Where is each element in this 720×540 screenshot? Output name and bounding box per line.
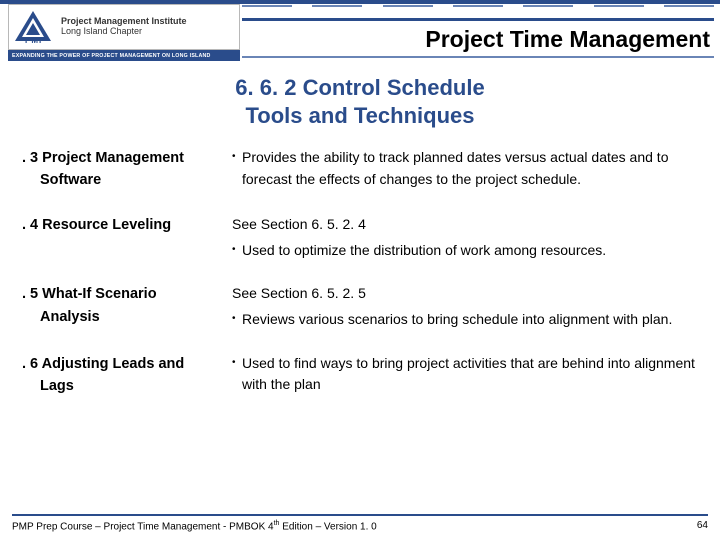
tool-row: . 4 Resource Leveling See Section 6. 5. … — [22, 214, 696, 261]
pmi-logo: PMI Project Management Institute Long Is… — [8, 4, 240, 50]
tool-row: . 5 What-If Scenario Analysis See Sectio… — [22, 283, 696, 330]
tool-label: . 4 Resource Leveling — [22, 214, 232, 261]
footer-text-a: PMP Prep Course – Project Time Managemen… — [12, 521, 274, 532]
tool-desc: See Section 6. 5. 2. 5 • Reviews various… — [232, 283, 696, 330]
tool-label-l2: Software — [22, 169, 232, 191]
tool-desc: • Provides the ability to track planned … — [232, 147, 696, 192]
tool-label: . 6 Adjusting Leads and Lags — [22, 353, 232, 398]
tool-label-l2: Lags — [22, 375, 232, 397]
bullet-dot-icon: • — [232, 240, 242, 262]
bullet-item: • Used to optimize the distribution of w… — [232, 240, 696, 262]
tool-label-l1: Resource Leveling — [42, 217, 171, 233]
tool-label-l1: What-If Scenario — [42, 286, 156, 302]
section-heading-line2: Tools and Techniques — [0, 102, 720, 130]
bullet-text: Used to optimize the distribution of wor… — [242, 240, 696, 262]
header-sub-rule — [242, 56, 714, 58]
tool-label-l1: Adjusting Leads and — [42, 356, 185, 372]
bullet-text: Reviews various scenarios to bring sched… — [242, 309, 696, 331]
tool-desc: • Used to find ways to bring project act… — [232, 353, 696, 398]
bullet-item: • Used to find ways to bring project act… — [232, 353, 696, 396]
bullet-dot-icon: • — [232, 147, 242, 190]
bullet-dot-icon: • — [232, 309, 242, 331]
header-rule — [242, 18, 714, 21]
content-area: . 3 Project Management Software • Provid… — [0, 147, 720, 398]
pmi-logo-icon: PMI — [13, 7, 53, 47]
footer-left: PMP Prep Course – Project Time Managemen… — [12, 520, 377, 532]
tool-label-l2: Analysis — [22, 306, 232, 328]
tool-desc: See Section 6. 5. 2. 4 • Used to optimiz… — [232, 214, 696, 261]
page-number: 64 — [697, 520, 708, 532]
footer-text-b: Edition – Version 1. 0 — [279, 521, 376, 532]
org-name-line2: Long Island Chapter — [61, 27, 187, 37]
tool-label-l1: Project Management — [42, 150, 184, 166]
footer: PMP Prep Course – Project Time Managemen… — [0, 514, 720, 532]
see-reference: See Section 6. 5. 2. 4 — [232, 214, 696, 236]
slide-page: PMI Project Management Institute Long Is… — [0, 0, 720, 540]
bullet-text: Used to find ways to bring project activ… — [242, 353, 696, 396]
tool-label: . 3 Project Management Software — [22, 147, 232, 192]
bullet-item: • Reviews various scenarios to bring sch… — [232, 309, 696, 331]
tool-row: . 6 Adjusting Leads and Lags • Used to f… — [22, 353, 696, 398]
footer-rule — [12, 514, 708, 516]
tool-num: . 6 — [22, 356, 38, 372]
section-heading-line1: 6. 6. 2 Control Schedule — [0, 74, 720, 102]
tool-num: . 3 — [22, 150, 38, 166]
tool-num: . 5 — [22, 286, 38, 302]
see-reference: See Section 6. 5. 2. 5 — [232, 283, 696, 305]
tagline-bar: EXPANDING THE POWER OF PROJECT MANAGEMEN… — [8, 50, 240, 61]
pmi-logo-text: Project Management Institute Long Island… — [61, 17, 187, 37]
tool-row: . 3 Project Management Software • Provid… — [22, 147, 696, 192]
bullet-item: • Provides the ability to track planned … — [232, 147, 696, 190]
tool-label: . 5 What-If Scenario Analysis — [22, 283, 232, 330]
footer-row: PMP Prep Course – Project Time Managemen… — [12, 520, 708, 532]
header-dashes — [242, 5, 714, 15]
pmi-abbrev: PMI — [25, 36, 42, 45]
bullet-text: Provides the ability to track planned da… — [242, 147, 696, 190]
tool-num: . 4 — [22, 217, 38, 233]
section-heading: 6. 6. 2 Control Schedule Tools and Techn… — [0, 74, 720, 129]
page-title: Project Time Management — [242, 26, 714, 53]
header: PMI Project Management Institute Long Is… — [0, 0, 720, 60]
bullet-dot-icon: • — [232, 353, 242, 396]
